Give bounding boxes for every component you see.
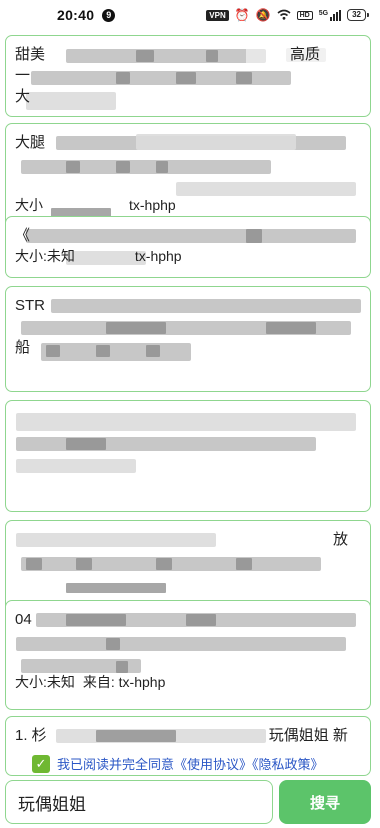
result-source: tx-hphp bbox=[134, 248, 182, 264]
result-meta: 大小:未知 来自: tx-hphp bbox=[15, 672, 361, 692]
result-title-line: 大 bbox=[15, 88, 31, 105]
vpn-icon: VPN bbox=[206, 9, 229, 21]
result-card[interactable]: 《 大小:未知 tx-hphp bbox=[5, 216, 371, 278]
agreement-checkbox[interactable]: ✓ bbox=[32, 754, 50, 773]
result-title: 大腿 bbox=[15, 134, 46, 151]
agreement-text[interactable]: 我已阅读并完全同意《使用协议》《隐私政策》 bbox=[57, 754, 324, 773]
result-size: 大小 bbox=[15, 197, 43, 213]
result-title: STR bbox=[15, 297, 45, 314]
result-meta: 大小:未知 tx-hphp bbox=[15, 246, 361, 266]
search-bar: 搜寻 bbox=[5, 780, 373, 824]
result-meta: 大小 tx-hphp bbox=[15, 195, 361, 215]
search-button[interactable]: 搜寻 bbox=[279, 780, 371, 824]
agreement-row[interactable]: ✓ 我已阅读并完全同意《使用协议》《隐私政策》 bbox=[32, 754, 324, 773]
alarm-icon: ⏰ bbox=[234, 8, 250, 22]
search-input[interactable] bbox=[5, 780, 273, 824]
result-title-line: 一 bbox=[15, 67, 31, 84]
battery-icon: 32 bbox=[347, 9, 369, 21]
result-title: 放 bbox=[333, 531, 349, 548]
signal-icon: 5G bbox=[318, 9, 342, 21]
result-title-line: 船 bbox=[15, 339, 31, 356]
status-bar: 20:40 9 VPN ⏰ 🔕 HD 5G 32 bbox=[0, 0, 380, 30]
result-title: 甜美 高质 bbox=[15, 46, 321, 63]
result-card[interactable]: 04 大小:未知 来自: tx-hphp bbox=[5, 600, 371, 710]
wifi-icon bbox=[277, 9, 291, 22]
notification-badge: 9 bbox=[102, 8, 116, 22]
network-type: 5G bbox=[318, 9, 329, 17]
result-size: 大小:未知 bbox=[15, 674, 75, 690]
status-time: 20:40 bbox=[57, 7, 95, 23]
result-card[interactable]: 放 bbox=[5, 520, 371, 612]
result-size: 大小:未知 bbox=[15, 248, 75, 264]
status-icons: VPN ⏰ 🔕 HD 5G 32 bbox=[206, 8, 369, 22]
result-title: 04 bbox=[15, 611, 32, 628]
result-source: 来自: tx-hphp bbox=[82, 674, 166, 690]
result-title: 《 bbox=[15, 227, 31, 244]
result-card[interactable] bbox=[5, 400, 371, 512]
result-card[interactable]: STR 船 bbox=[5, 286, 371, 392]
result-card[interactable]: 甜美 高质 一 大 bbox=[5, 35, 371, 117]
result-source: tx-hphp bbox=[129, 197, 176, 213]
result-title: 1. 杉玩偶姐姐 新 bbox=[15, 727, 348, 744]
hd-icon: HD bbox=[296, 10, 313, 20]
mute-icon: 🔕 bbox=[255, 8, 271, 22]
